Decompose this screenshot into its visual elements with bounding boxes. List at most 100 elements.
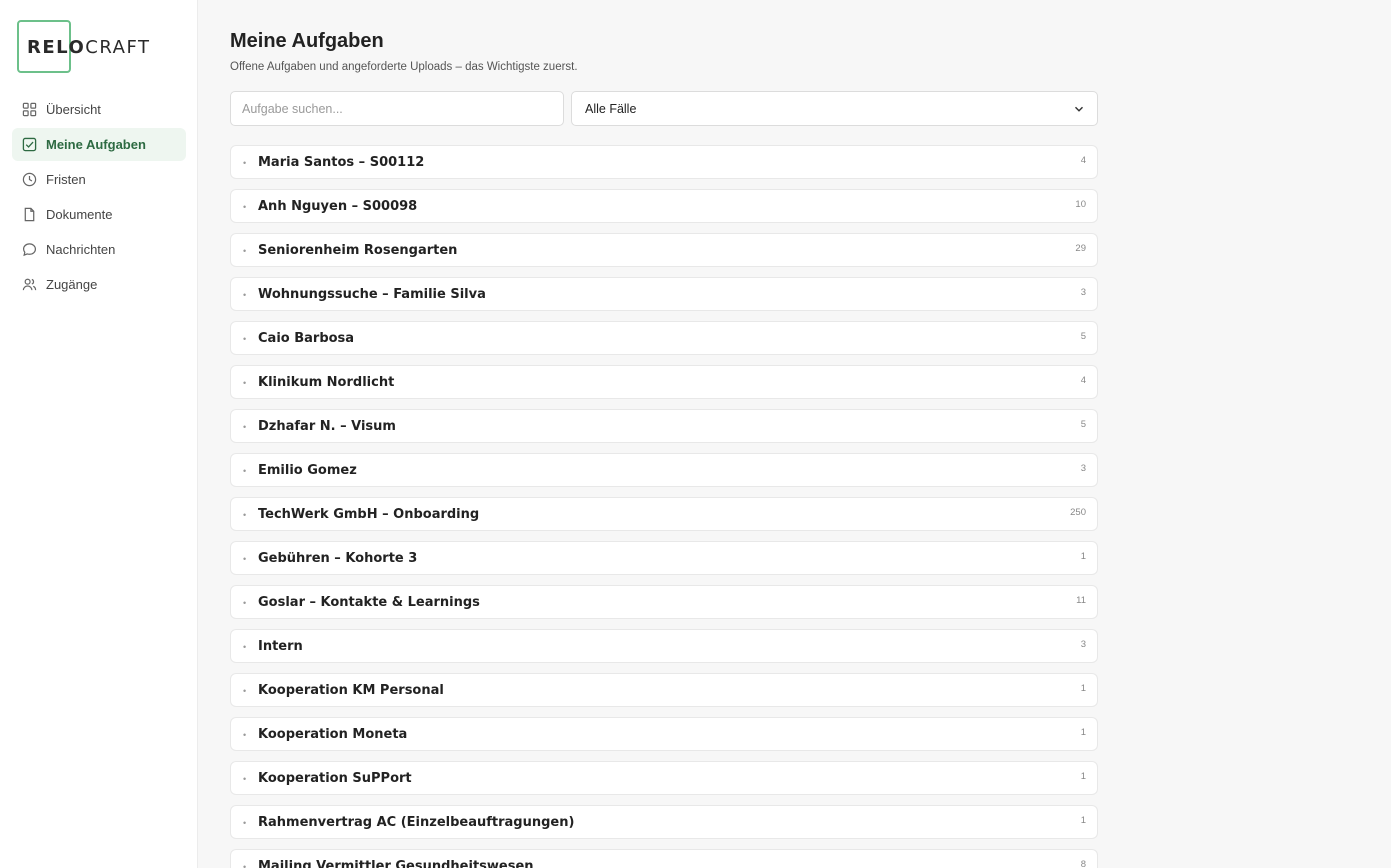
logo-text-part2: CRAFT	[85, 37, 151, 58]
sidebar-item-fristen[interactable]: Fristen	[12, 163, 186, 196]
sidebar: RELOCRAFT Übersicht Meine Aufgaben Frist…	[0, 0, 198, 868]
sidebar-item-label: Dokumente	[46, 207, 113, 222]
task-group-name: Wohnungssuche – Familie Silva	[258, 287, 486, 302]
bullet-icon: •	[243, 730, 247, 740]
task-group-row[interactable]: • Intern 3	[230, 629, 1098, 663]
bullet-icon: •	[243, 510, 247, 520]
task-group-row[interactable]: • Klinikum Nordlicht 4	[230, 365, 1098, 399]
task-group-name: Emilio Gomez	[258, 463, 357, 478]
task-count: 10	[1075, 199, 1086, 210]
chevron-down-icon	[1074, 106, 1084, 112]
case-filter-select[interactable]: Alle Fälle	[571, 91, 1098, 126]
bullet-icon: •	[243, 290, 247, 300]
task-count: 1	[1080, 683, 1086, 694]
sidebar-item-label: Fristen	[46, 172, 86, 187]
task-count: 3	[1080, 639, 1086, 650]
task-group-name: Klinikum Nordlicht	[258, 375, 395, 390]
bullet-icon: •	[243, 158, 247, 168]
document-icon	[24, 207, 35, 222]
sidebar-item-label: Übersicht	[46, 102, 101, 117]
sidebar-item-nachrichten[interactable]: Nachrichten	[12, 233, 186, 266]
sidebar-item-label: Zugänge	[46, 277, 98, 292]
bullet-icon: •	[243, 598, 247, 608]
task-group-name: Kooperation SuPPort	[258, 771, 412, 786]
task-count: 5	[1080, 331, 1086, 342]
task-group-row[interactable]: • Wohnungssuche – Familie Silva 3	[230, 277, 1098, 311]
task-group-name: Dzhafar N. – Visum	[258, 419, 396, 434]
sidebar-item-meine-aufgaben[interactable]: Meine Aufgaben	[12, 128, 186, 161]
task-count: 250	[1070, 507, 1086, 518]
case-filter-value: Alle Fälle	[585, 101, 637, 116]
bullet-icon: •	[243, 818, 247, 828]
app: RELOCRAFT Übersicht Meine Aufgaben Frist…	[0, 0, 1391, 868]
task-count: 1	[1080, 815, 1086, 826]
bullet-icon: •	[243, 378, 247, 388]
task-group-name: Anh Nguyen – S00098	[258, 199, 418, 214]
logo-text-part1: RELO	[27, 37, 86, 58]
task-group-name: Intern	[258, 639, 303, 654]
bullet-icon: •	[243, 202, 247, 212]
task-count: 3	[1080, 463, 1086, 474]
task-group-name: Gebühren – Kohorte 3	[258, 551, 418, 566]
task-group-row[interactable]: • Rahmenvertrag AC (Einzelbeauftragungen)…	[230, 805, 1098, 839]
task-group-row[interactable]: • Kooperation KM Personal 1	[230, 673, 1098, 707]
task-count: 1	[1080, 551, 1086, 562]
task-group-name: Kooperation Moneta	[258, 727, 408, 742]
task-group-name: Kooperation KM Personal	[258, 683, 444, 698]
task-group-row[interactable]: • Seniorenheim Rosengarten 29	[230, 233, 1098, 267]
task-group-row[interactable]: • Goslar – Kontakte & Learnings 11	[230, 585, 1098, 619]
task-group-row[interactable]: • Maria Santos – S00112 4	[230, 145, 1098, 179]
sidebar-item-label: Nachrichten	[46, 242, 116, 257]
grid-icon	[22, 102, 37, 117]
task-count: 4	[1080, 155, 1086, 166]
task-count: 1	[1080, 771, 1086, 782]
bullet-icon: •	[243, 642, 247, 652]
bullet-icon: •	[243, 554, 247, 564]
page-subtitle: Offene Aufgaben und angeforderte Uploads…	[230, 61, 578, 73]
task-group-row[interactable]: • Emilio Gomez 3	[230, 453, 1098, 487]
bullet-icon: •	[243, 334, 247, 344]
task-group-row[interactable]: • Caio Barbosa 5	[230, 321, 1098, 355]
main-content: Meine Aufgaben Offene Aufgaben und angef…	[198, 0, 1391, 868]
chat-icon	[22, 243, 37, 257]
task-group-row[interactable]: • Kooperation Moneta 1	[230, 717, 1098, 751]
task-group-row[interactable]: • Dzhafar N. – Visum 5	[230, 409, 1098, 443]
task-group-name: Rahmenvertrag AC (Einzelbeauftragungen)	[258, 815, 575, 830]
task-group-row[interactable]: • Gebühren – Kohorte 3 1	[230, 541, 1098, 575]
task-count: 3	[1080, 287, 1086, 298]
sidebar-item-uebersicht[interactable]: Übersicht	[12, 93, 186, 126]
task-group-row[interactable]: • Mailing Vermittler Gesundheitswesen 8	[230, 849, 1098, 868]
task-group-name: Mailing Vermittler Gesundheitswesen	[258, 859, 534, 868]
clock-icon	[22, 172, 37, 187]
task-group-list: • Maria Santos – S00112 4 • Anh Nguyen – S00…	[230, 145, 1098, 868]
task-count: 29	[1075, 243, 1086, 254]
bullet-icon: •	[243, 862, 247, 868]
sidebar-item-label: Meine Aufgaben	[46, 137, 146, 152]
users-icon	[22, 278, 37, 291]
task-group-name: Maria Santos – S00112	[258, 155, 425, 170]
task-group-name: Goslar – Kontakte & Learnings	[258, 595, 480, 610]
logo-text: RELOCRAFT	[27, 37, 151, 58]
task-group-row[interactable]: • Anh Nguyen – S00098 10	[230, 189, 1098, 223]
bullet-icon: •	[243, 422, 247, 432]
task-group-name: Seniorenheim Rosengarten	[258, 243, 458, 258]
search-input[interactable]	[230, 91, 564, 126]
task-group-name: TechWerk GmbH – Onboarding	[258, 507, 480, 522]
task-group-name: Caio Barbosa	[258, 331, 355, 346]
task-count: 5	[1080, 419, 1086, 430]
task-count: 11	[1076, 595, 1086, 606]
task-count: 4	[1080, 375, 1086, 386]
bullet-icon: •	[243, 246, 247, 256]
task-count: 1	[1080, 727, 1086, 738]
sidebar-item-dokumente[interactable]: Dokumente	[12, 198, 186, 231]
sidebar-nav: Übersicht Meine Aufgaben Fristen Dokumen…	[12, 93, 186, 303]
task-group-row[interactable]: • TechWerk GmbH – Onboarding 250	[230, 497, 1098, 531]
bullet-icon: •	[243, 686, 247, 696]
relocraft-logo[interactable]: RELOCRAFT	[17, 20, 149, 74]
task-group-row[interactable]: • Kooperation SuPPort 1	[230, 761, 1098, 795]
bullet-icon: •	[243, 466, 247, 476]
page-title: Meine Aufgaben	[230, 30, 384, 52]
checkbox-icon	[22, 137, 37, 152]
sidebar-item-zugaenge[interactable]: Zugänge	[12, 268, 186, 301]
task-count: 8	[1080, 859, 1086, 868]
